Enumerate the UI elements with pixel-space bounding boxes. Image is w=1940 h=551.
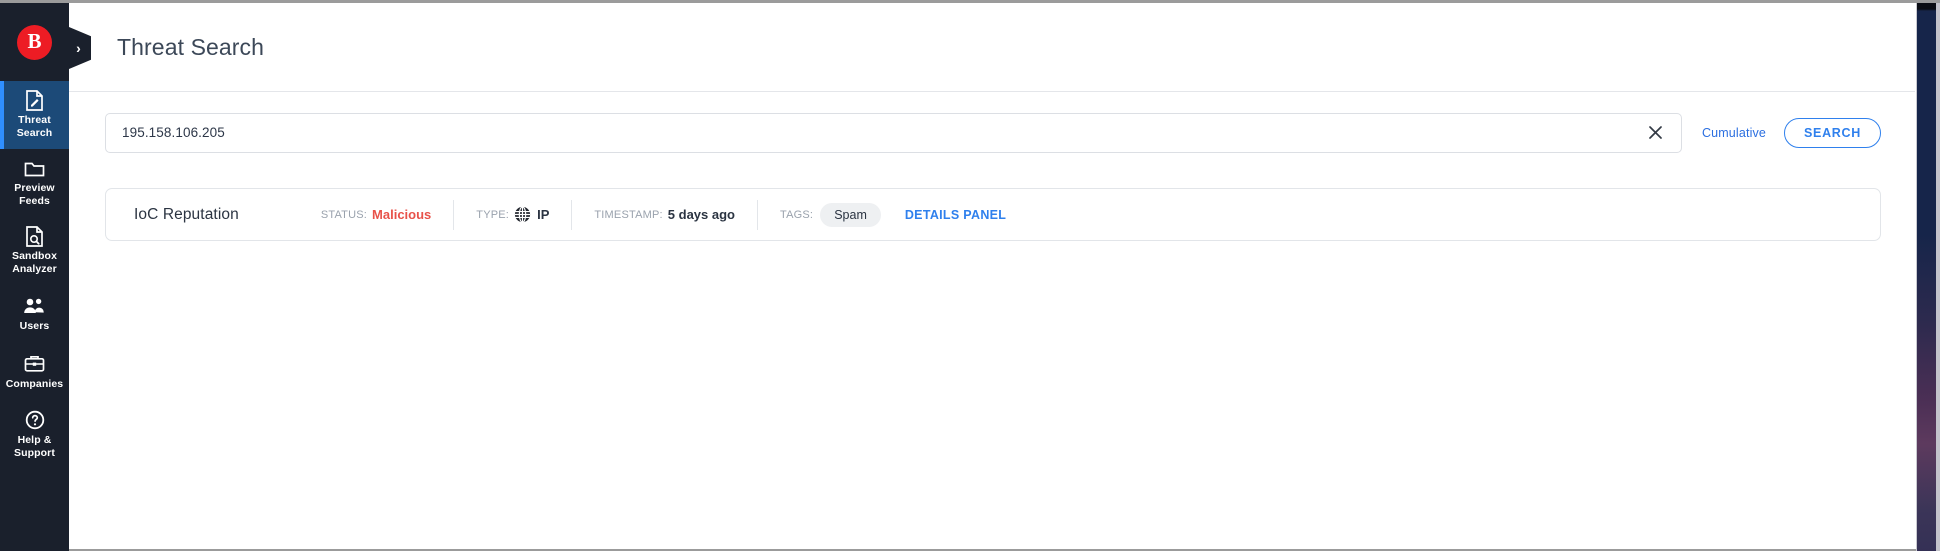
sidebar-item-label: Users: [19, 319, 50, 332]
briefcase-icon: [24, 354, 45, 374]
status-badge: Malicious: [372, 207, 432, 222]
bitdefender-logo-icon: B: [17, 24, 52, 60]
sidebar-item-companies[interactable]: Companies: [0, 343, 69, 401]
type-label: TYPE:: [476, 208, 510, 221]
type-group: TYPE: IP: [453, 199, 571, 230]
sidebar-item-label: Sandbox Analyzer: [11, 250, 58, 275]
timestamp-label: TIMESTAMP:: [594, 208, 663, 221]
sidebar-item-label: Help & Support: [14, 434, 55, 459]
document-search-icon: [25, 225, 44, 247]
sidebar-item-threat-search[interactable]: Threat Search: [0, 81, 69, 149]
sidebar-item-label: Preview Feeds: [14, 182, 55, 207]
sidebar-item-preview-feeds[interactable]: Preview Feeds: [0, 149, 69, 217]
page-header: Threat Search: [69, 3, 1915, 91]
search-input[interactable]: [122, 125, 1645, 140]
tags-group: TAGS: Spam DETAILS PANEL: [757, 199, 1028, 230]
sidebar-item-users[interactable]: Users: [0, 285, 69, 343]
tag-chip[interactable]: Spam: [820, 202, 881, 227]
results-area: IoC Reputation STATUS: Malicious TYPE: I…: [69, 173, 1915, 549]
sidebar: B Threat Search Preview Feeds Sandbox An…: [0, 3, 69, 551]
timestamp-value: 5 days ago: [667, 207, 735, 222]
page-title: Threat Search: [117, 33, 265, 60]
globe-icon: [514, 206, 531, 223]
result-card-title: IoC Reputation: [134, 205, 239, 223]
type-value: IP: [537, 207, 550, 222]
result-card-ioc-reputation[interactable]: IoC Reputation STATUS: Malicious TYPE: I…: [105, 188, 1881, 241]
search-bar: Cumulative SEARCH: [69, 91, 1915, 173]
chevron-right-icon: ›: [76, 40, 81, 56]
sidebar-item-help-support[interactable]: Help & Support: [0, 401, 69, 469]
sidebar-item-label: Threat Search: [16, 114, 53, 139]
tags-label: TAGS:: [780, 208, 814, 221]
status-label: STATUS:: [320, 208, 368, 221]
search-field[interactable]: [105, 112, 1682, 153]
cumulative-link[interactable]: Cumulative: [1702, 126, 1766, 140]
users-icon: [23, 296, 47, 316]
document-pen-icon: [25, 89, 44, 111]
question-circle-icon: [25, 410, 45, 430]
sidebar-item-sandbox-analyzer[interactable]: Sandbox Analyzer: [0, 217, 69, 285]
close-icon[interactable]: [1645, 122, 1667, 144]
app-window: B Threat Search Preview Feeds Sandbox An…: [0, 0, 1940, 551]
main-area: Threat Search Cumulative SEARCH IoC Repu…: [69, 3, 1915, 549]
window-right-edge: [1936, 3, 1940, 551]
status-group: STATUS: Malicious: [299, 200, 453, 230]
timestamp-group: TIMESTAMP: 5 days ago: [571, 199, 757, 230]
search-button[interactable]: SEARCH: [1784, 117, 1881, 148]
brand-logo[interactable]: B: [0, 3, 69, 81]
sidebar-item-label: Companies: [5, 377, 64, 390]
folder-icon: [24, 158, 45, 178]
details-panel-link[interactable]: DETAILS PANEL: [905, 208, 1006, 222]
